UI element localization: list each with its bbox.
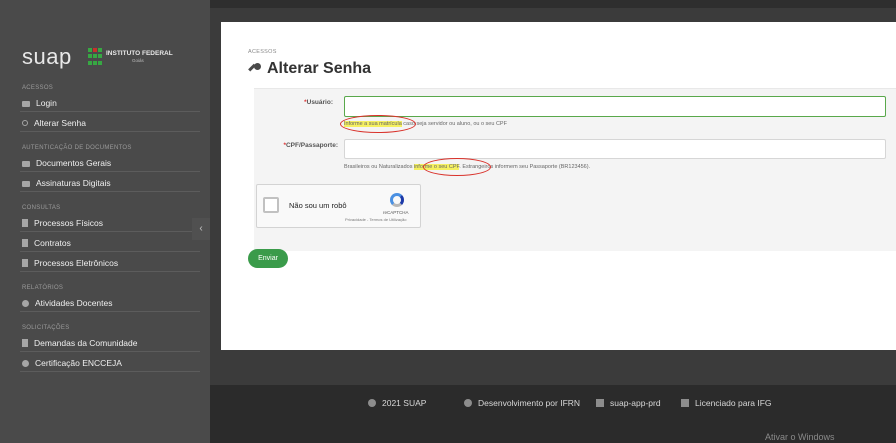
lock-icon [22,181,30,187]
sidebar-item-label: Demandas da Comunidade [34,338,138,348]
institute-name: INSTITUTO FEDERAL [106,50,173,57]
divider [20,271,200,272]
content-card: ACESSOS Alterar Senha *Usuário: Informe … [221,22,896,350]
sidebar-item-label: Documentos Gerais [36,158,112,168]
circle-icon [22,359,29,367]
instituto-federal-logo-icon [88,48,102,66]
cpf-passaporte-input[interactable] [344,139,886,159]
sidebar-item-alterar-senha[interactable]: Alterar Senha [22,118,86,128]
annotation-circle [423,158,491,176]
divider [20,311,200,312]
key-icon [248,62,261,76]
server-icon [596,399,604,407]
sidebar-section-relatorios: RELATÓRIOS [22,285,64,291]
submit-button[interactable]: Enviar [248,249,288,268]
key-icon [22,120,28,126]
footer-developer-link[interactable]: Desenvolvimento por IFRN [464,398,580,408]
sidebar-item-label: Certificação ENCCEJA [35,358,122,368]
suap-logo-text: suap [22,44,72,69]
recaptcha-checkbox[interactable] [263,197,279,213]
cpf-help-before: Brasileiros ou Naturalizados [344,164,415,170]
institute-campus: Goiás [132,58,144,63]
footer-developer-label: Desenvolvimento por IFRN [478,398,581,408]
divider [20,191,200,192]
usuario-help-rest: caso seja servidor ou aluno, ou o seu CP… [401,121,507,127]
recaptcha-logo-icon [390,193,404,207]
lock-icon [22,101,30,107]
footer-copyright-label: 2021 SUAP [382,398,427,408]
windows-activation-watermark: Ativar o Windows [765,432,835,442]
footer-server-label: suap-app-prd [610,398,661,408]
footer-server: suap-app-prd [596,398,661,408]
chevron-left-icon: ‹ [199,223,203,234]
license-icon [681,399,689,407]
recaptcha-widget: Não sou um robô reCAPTCHA Privacidade - … [256,184,421,228]
footer-license-label: Licenciado para IFG [695,398,772,408]
breadcrumb[interactable]: ACESSOS [248,49,277,55]
sidebar-item-label: Contratos [34,238,71,248]
recaptcha-terms-link[interactable]: Privacidade - Termos de Utilização [345,217,407,222]
sidebar-section-autenticacao: AUTENTICAÇÃO DE DOCUMENTOS [22,145,132,151]
usuario-label: *Usuário: [258,99,333,106]
document-icon [22,239,28,247]
sidebar: suap INSTITUTO FEDERAL Goiás ACESSOS Log… [0,0,210,443]
document-icon [22,339,28,347]
recaptcha-label: Não sou um robô [289,201,347,210]
gear-icon [464,399,472,407]
sidebar-item-assinaturas-digitais[interactable]: Assinaturas Digitais [22,178,111,188]
sidebar-item-documentos-gerais[interactable]: Documentos Gerais [22,158,111,168]
divider [20,131,200,132]
footer-copyright: 2021 SUAP [368,398,426,408]
brand-logo[interactable]: suap [22,44,72,70]
divider [20,231,200,232]
sidebar-item-atividades-docentes[interactable]: Atividades Docentes [22,298,113,308]
sidebar-item-label: Processos Físicos [34,218,103,228]
sidebar-item-processos-eletronicos[interactable]: Processos Eletrônicos [22,258,118,268]
sidebar-item-login[interactable]: Login [22,98,57,108]
annotation-circle [340,115,416,133]
lock-icon [22,161,30,167]
sidebar-item-label: Login [36,98,57,108]
sidebar-item-label: Atividades Docentes [35,298,113,308]
divider [20,251,200,252]
divider [20,111,200,112]
divider [20,171,200,172]
sidebar-section-consultas: CONSULTAS [22,205,61,211]
sidebar-section-solicitacoes: SOLICITAÇÕES [22,325,70,331]
sidebar-item-label: Processos Eletrônicos [34,258,119,268]
page-title: Alterar Senha [267,60,372,77]
divider [20,351,200,352]
sidebar-item-label: Assinaturas Digitais [36,178,111,188]
divider [20,371,200,372]
sidebar-item-certificacao-encceja[interactable]: Certificação ENCCEJA [22,358,122,368]
document-icon [22,219,28,227]
sidebar-item-processos-fisicos[interactable]: Processos Físicos [22,218,103,228]
sidebar-collapse-button[interactable]: ‹ [192,218,210,240]
page-title-row: Alterar Senha [248,60,371,78]
copyright-icon [368,399,376,407]
usuario-input[interactable] [344,96,886,117]
sidebar-item-demandas-da-comunidade[interactable]: Demandas da Comunidade [22,338,137,348]
sidebar-section-acessos: ACESSOS [22,85,54,91]
usuario-label-text: Usuário: [306,99,333,106]
top-bar [210,0,896,8]
footer: 2021 SUAP Desenvolvimento por IFRN suap-… [210,385,896,443]
sidebar-item-contratos[interactable]: Contratos [22,238,71,248]
document-icon [22,259,28,267]
footer-license: Licenciado para IFG [681,398,772,408]
recaptcha-brand: reCAPTCHA [383,210,409,215]
sidebar-item-label: Alterar Senha [34,118,86,128]
cpf-label-text: CPF/Passaporte: [285,142,338,149]
cpf-label: *CPF/Passaporte: [258,142,338,149]
circle-icon [22,299,29,307]
